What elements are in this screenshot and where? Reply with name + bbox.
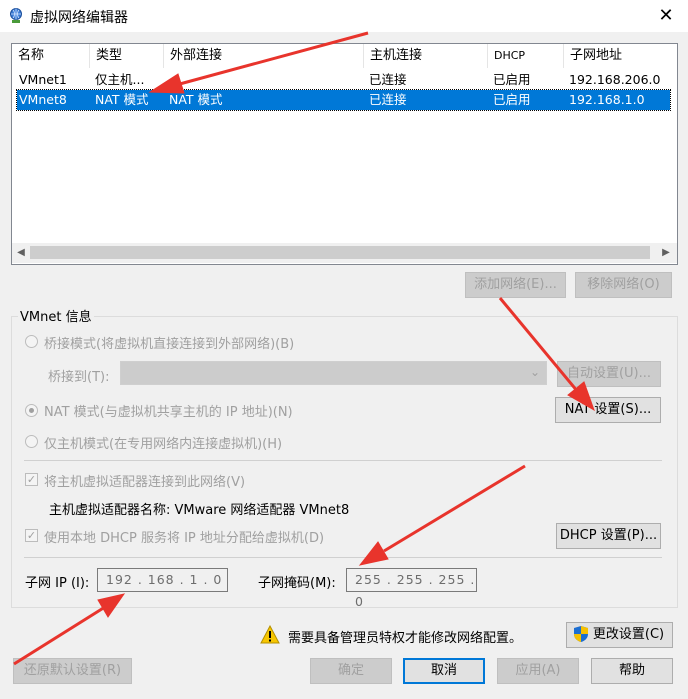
host-only-radio[interactable]: [25, 435, 38, 448]
apply-button[interactable]: 应用(A): [497, 658, 579, 684]
column-header-dhcp[interactable]: DHCP: [488, 44, 564, 68]
table-row-selected[interactable]: VMnet8 NAT 模式 NAT 模式 已连接 已启用 192.168.1.0: [16, 89, 671, 111]
column-header-name[interactable]: 名称: [12, 44, 90, 68]
help-button[interactable]: 帮助: [591, 658, 673, 684]
cell-dhcp: 已启用: [493, 72, 531, 87]
cell-subnet: 192.168.206.0: [569, 72, 661, 87]
table-row[interactable]: VMnet1 仅主机... - 已连接 已启用 192.168.206.0: [17, 70, 670, 90]
cell-host: 已连接: [369, 72, 407, 87]
ok-button[interactable]: 确定: [310, 658, 392, 684]
subnet-mask-label: 子网掩码(M):: [258, 576, 336, 591]
auto-settings-button[interactable]: 自动设置(U)...: [557, 361, 661, 387]
subnet-mask-field[interactable]: 255 . 255 . 255 . 0: [346, 568, 477, 609]
add-network-button[interactable]: 添加网络(E)...: [465, 272, 566, 298]
connect-adapter-label: 将主机虚拟适配器连接到此网络(V): [44, 475, 246, 490]
divider: [24, 557, 662, 558]
cancel-button[interactable]: 取消: [403, 658, 485, 684]
bridged-to-select[interactable]: ⌄: [120, 361, 547, 385]
network-globe-icon: [10, 8, 22, 23]
column-header-type[interactable]: 类型: [90, 44, 164, 68]
cell-type: 仅主机...: [95, 72, 145, 87]
adapter-name-label: 主机虚拟适配器名称: VMware 网络适配器 VMnet8: [49, 503, 350, 518]
scrollbar-thumb[interactable]: [30, 246, 650, 259]
cell-name: VMnet8: [19, 92, 67, 107]
subnet-ip-field[interactable]: 192 . 168 . 1 . 0: [97, 568, 228, 592]
cell-external: -: [169, 72, 174, 87]
vmnet-info-group: [11, 316, 678, 608]
column-header-subnet[interactable]: 子网地址: [564, 44, 677, 68]
warning-icon: [260, 625, 280, 644]
connect-adapter-checkbox[interactable]: ✓: [25, 473, 38, 486]
uac-shield-icon: [574, 626, 588, 642]
host-only-label: 仅主机模式(在专用网络内连接虚拟机)(H): [44, 437, 283, 452]
restore-defaults-button[interactable]: 还原默认设置(R): [13, 658, 132, 684]
cell-host: 已连接: [369, 92, 407, 107]
vmnet-info-title: VMnet 信息: [18, 306, 94, 325]
bridged-to-label: 桥接到(T):: [48, 370, 110, 385]
nat-label: NAT 模式(与虚拟机共享主机的 IP 地址)(N): [44, 405, 293, 420]
cell-subnet: 192.168.1.0: [569, 92, 645, 107]
scroll-right-icon[interactable]: ▶: [657, 243, 675, 263]
network-list[interactable]: 名称 类型 外部连接 主机连接 DHCP 子网地址 VMnet1 仅主机... …: [11, 43, 678, 265]
column-header-host[interactable]: 主机连接: [364, 44, 488, 68]
dhcp-checkbox[interactable]: ✓: [25, 529, 38, 542]
cell-name: VMnet1: [19, 72, 67, 87]
bridged-radio[interactable]: [25, 335, 38, 348]
chevron-down-icon: ⌄: [529, 365, 540, 379]
cell-dhcp: 已启用: [493, 92, 531, 107]
admin-message: 需要具备管理员特权才能修改网络配置。: [288, 631, 523, 646]
divider: [24, 460, 662, 461]
close-icon[interactable]: ✕: [652, 2, 680, 30]
window-title: 虚拟网络编辑器: [30, 10, 128, 26]
horizontal-scrollbar[interactable]: ◀ ▶: [12, 243, 677, 263]
column-header-external[interactable]: 外部连接: [164, 44, 364, 68]
dhcp-label: 使用本地 DHCP 服务将 IP 地址分配给虚拟机(D): [44, 531, 325, 546]
cell-type: NAT 模式: [95, 92, 149, 107]
nat-radio[interactable]: [25, 404, 38, 417]
remove-network-button[interactable]: 移除网络(O): [575, 272, 672, 298]
nat-settings-button[interactable]: NAT 设置(S)...: [555, 397, 661, 423]
scroll-left-icon[interactable]: ◀: [12, 243, 30, 263]
dhcp-settings-button[interactable]: DHCP 设置(P)...: [556, 523, 661, 549]
cell-external: NAT 模式: [169, 92, 223, 107]
subnet-ip-label: 子网 IP (I):: [25, 576, 90, 591]
bridged-label: 桥接模式(将虚拟机直接连接到外部网络)(B): [44, 337, 295, 352]
